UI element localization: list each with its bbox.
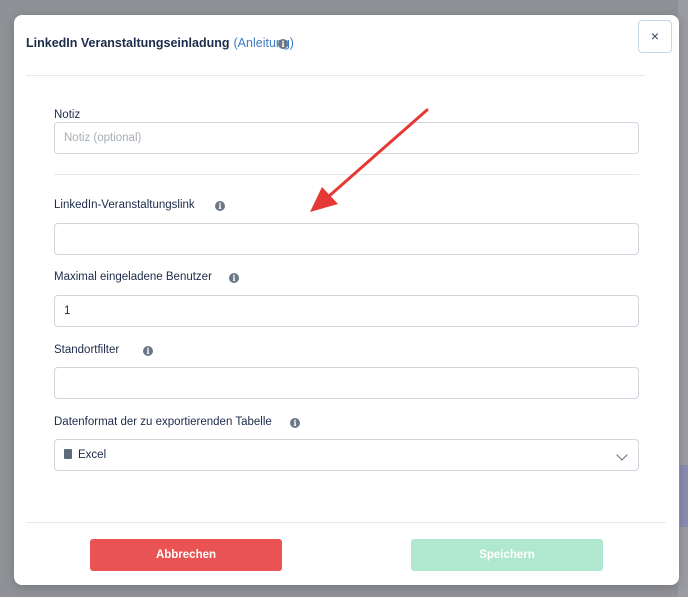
format-info-icon[interactable]: i: [290, 418, 300, 428]
dialog-title-text: LinkedIn Veranstaltungseinladung: [26, 36, 230, 50]
max-users-info-icon[interactable]: i: [229, 273, 239, 283]
chevron-down-icon: [616, 449, 628, 461]
save-button[interactable]: Speichern: [411, 539, 603, 571]
dialog-title: LinkedIn Veranstaltungseinladung (Anleitu…: [26, 35, 294, 51]
cancel-button[interactable]: Abbrechen: [90, 539, 282, 571]
header-divider: [26, 75, 645, 76]
event-link-label: LinkedIn-Veranstaltungslink: [54, 199, 195, 211]
location-filter-label: Standortfilter: [54, 344, 120, 356]
event-link-info-icon[interactable]: i: [215, 201, 225, 211]
section-divider: [54, 174, 639, 175]
format-select[interactable]: Excel: [54, 439, 639, 471]
max-users-input[interactable]: 1: [54, 295, 639, 327]
event-link-input[interactable]: [54, 223, 639, 255]
linkedin-invite-dialog: LinkedIn Veranstaltungseinladung (Anleitu…: [14, 15, 679, 585]
location-filter-input[interactable]: [54, 367, 639, 399]
note-label: Notiz: [54, 109, 81, 121]
footer-divider: [26, 522, 666, 523]
close-button[interactable]: ×: [638, 20, 672, 53]
note-input[interactable]: Notiz (optional): [54, 122, 639, 154]
dialog-header: LinkedIn Veranstaltungseinladung (Anleitu…: [14, 15, 679, 75]
format-label: Datenformat der zu exportierenden Tabell…: [54, 416, 272, 428]
max-users-label: Maximal eingeladene Benutzer: [54, 271, 212, 283]
backdrop-accent: [680, 465, 688, 527]
location-filter-info-icon[interactable]: i: [143, 346, 153, 356]
note-placeholder: Notiz (optional): [64, 132, 142, 144]
format-select-value: Excel: [78, 449, 107, 461]
file-icon: [64, 448, 72, 459]
title-info-icon[interactable]: i: [278, 39, 288, 49]
